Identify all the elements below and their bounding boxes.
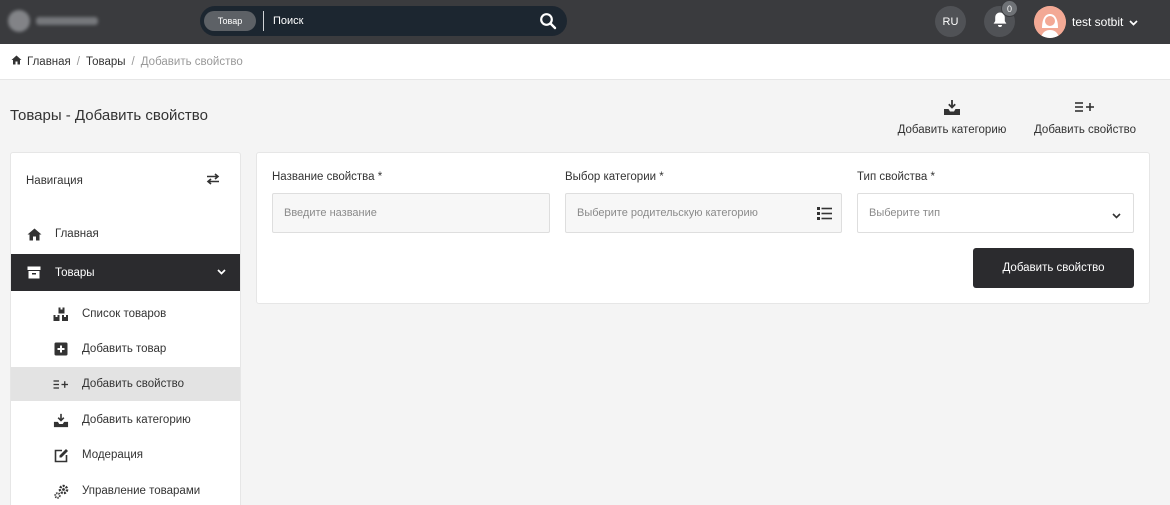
list-plus-icon — [1030, 97, 1140, 117]
add-property-action[interactable]: Добавить свойство — [1030, 97, 1140, 136]
sidebar-item-label: Добавить категорию — [82, 414, 191, 426]
chevron-down-icon — [217, 266, 226, 278]
search-icon[interactable] — [539, 12, 557, 30]
notifications-button[interactable]: 0 — [984, 0, 1018, 37]
sidebar-item-moderation[interactable]: Модерация — [11, 438, 240, 472]
add-category-action[interactable]: Добавить категорию — [893, 97, 1011, 136]
property-name-input[interactable] — [284, 207, 549, 219]
breadcrumb-current: Добавить свойство — [140, 55, 243, 68]
property-name-label: Название свойства * — [272, 171, 383, 183]
sidebar-item-product-management[interactable]: Управление товарами — [11, 474, 240, 505]
breadcrumb-home[interactable]: Главная — [11, 55, 71, 68]
sidebar-item-label: Список товаров — [82, 308, 167, 320]
breadcrumb: Главная / Товары / Добавить свойство — [0, 44, 1170, 80]
breadcrumb-divider: / — [131, 55, 135, 68]
sidebar-heading: Навигация — [26, 175, 83, 187]
sidebar: Навигация Главная Товары Список товаров … — [10, 152, 241, 505]
sidebar-item-product-list[interactable]: Список товаров — [11, 297, 240, 331]
user-name: test sotbit — [1072, 14, 1124, 29]
search-category-button[interactable]: Товар — [204, 11, 256, 31]
add-property-button[interactable]: Добавить свойство — [973, 248, 1134, 288]
user-menu[interactable]: test sotbit — [1034, 5, 1138, 38]
breadcrumb-divider: / — [76, 55, 80, 68]
avatar — [1034, 5, 1066, 38]
notification-count-badge: 0 — [1001, 0, 1018, 17]
tree-list-icon[interactable] — [817, 207, 832, 223]
property-name-field-wrapper — [272, 193, 550, 233]
category-label: Выбор категории * — [565, 171, 664, 183]
sidebar-item-label: Товары — [55, 266, 95, 279]
add-category-label: Добавить категорию — [897, 124, 1007, 136]
tray-download-icon — [52, 413, 70, 428]
property-type-label: Тип свойства * — [857, 171, 935, 183]
home-icon — [25, 228, 43, 241]
language-button[interactable]: RU — [935, 6, 966, 37]
page-title: Товары - Добавить свойство — [10, 107, 208, 124]
home-icon — [11, 55, 22, 68]
property-type-placeholder: Выберите тип — [869, 207, 941, 219]
sidebar-item-add-property[interactable]: Добавить свойство — [11, 367, 240, 401]
search-divider — [263, 11, 264, 31]
add-property-label: Добавить свойство — [1034, 124, 1136, 136]
sidebar-item-label: Добавить товар — [82, 343, 167, 355]
archive-box-icon — [25, 266, 43, 279]
search-input[interactable] — [273, 11, 523, 31]
property-form: Название свойства * Выбор категории * Вы… — [256, 152, 1150, 304]
breadcrumb-products[interactable]: Товары — [86, 56, 126, 68]
logo-mark — [8, 10, 30, 32]
sidebar-item-add-category[interactable]: Добавить категорию — [11, 403, 240, 437]
tray-download-icon — [893, 97, 1011, 117]
chevron-down-icon — [1112, 210, 1121, 222]
logo[interactable] — [8, 10, 108, 32]
edit-icon — [52, 448, 70, 463]
sidebar-item-products[interactable]: Товары — [11, 254, 240, 291]
logo-text — [36, 17, 98, 25]
sidebar-item-label: Управление товарами — [82, 485, 201, 497]
category-placeholder: Выберите родительскую категорию — [577, 207, 758, 219]
top-bar: Товар RU 0 test sotbit — [0, 0, 1170, 44]
boxes-icon — [52, 307, 70, 322]
plus-square-icon — [52, 342, 70, 356]
sidebar-item-label: Модерация — [82, 449, 143, 461]
sidebar-item-home[interactable]: Главная — [11, 223, 240, 245]
category-select[interactable]: Выберите родительскую категорию — [565, 193, 842, 233]
cogs-icon — [52, 484, 70, 499]
sidebar-item-add-product[interactable]: Добавить товар — [11, 332, 240, 366]
sidebar-item-label: Главная — [55, 228, 99, 240]
property-type-select[interactable]: Выберите тип — [857, 193, 1134, 233]
list-plus-icon — [52, 379, 70, 390]
chevron-down-icon — [1129, 15, 1138, 29]
swap-arrows-icon[interactable] — [206, 173, 220, 188]
breadcrumb-home-label: Главная — [27, 55, 71, 68]
search-bar: Товар — [200, 6, 567, 36]
sidebar-item-label: Добавить свойство — [82, 378, 184, 390]
